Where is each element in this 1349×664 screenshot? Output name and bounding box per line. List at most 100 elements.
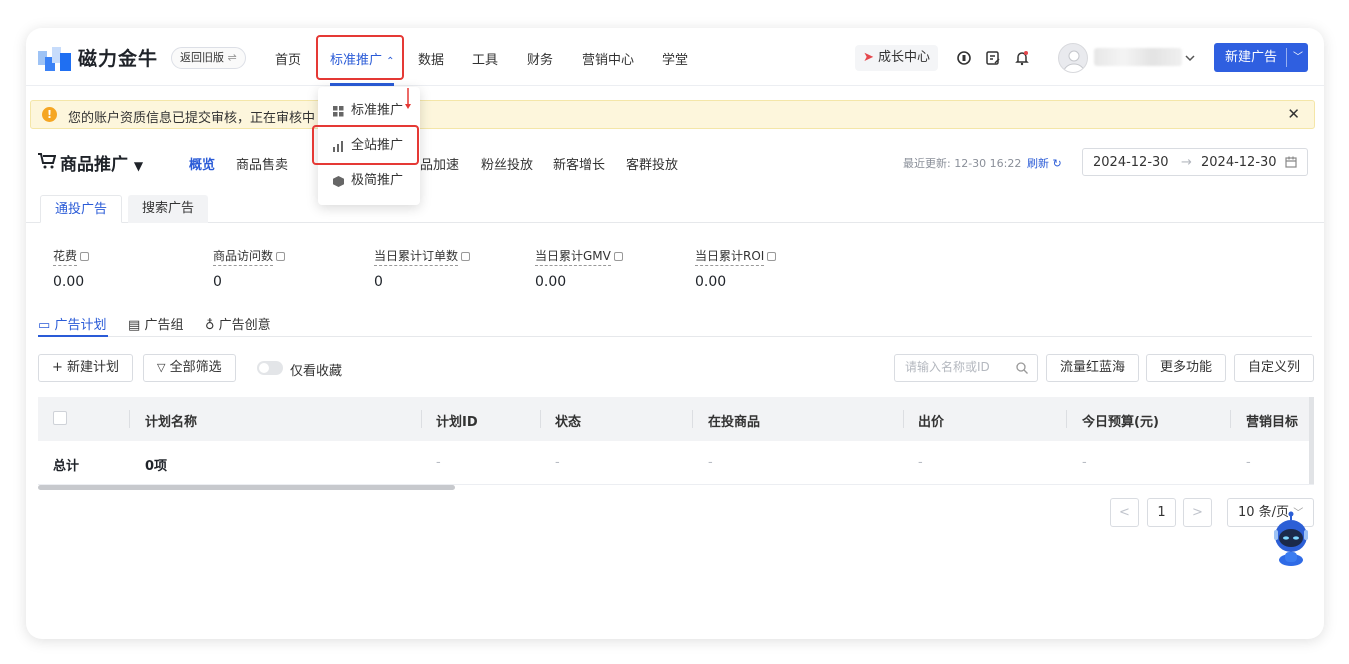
brand-logo <box>38 47 71 71</box>
metric-value: 0.00 <box>535 274 567 290</box>
nav-home[interactable]: 首页 <box>275 49 301 68</box>
metric-daily-roi: 当日累计ROI 0.00 <box>695 247 777 290</box>
coin-icon[interactable] <box>956 50 972 66</box>
total-cell: - <box>436 455 441 470</box>
total-cell: - <box>1082 455 1087 470</box>
column-separator <box>129 410 130 428</box>
cube-icon <box>333 176 344 187</box>
page-1-button[interactable]: 1 <box>1147 498 1176 527</box>
date-range-picker[interactable]: 2024-12-30 → 2024-12-30 <box>1082 148 1308 176</box>
growth-center-button[interactable]: ➤ 成长中心 <box>855 45 939 71</box>
metric-cost: 花费 0.00 <box>53 247 90 290</box>
subnav-audience-delivery[interactable]: 客群投放 <box>626 154 678 173</box>
column-separator <box>692 410 693 428</box>
metric-label: 商品访问数 <box>213 247 274 266</box>
info-icon[interactable] <box>80 252 90 261</box>
metric-label: 花费 <box>53 247 78 266</box>
total-cell: - <box>1246 455 1251 470</box>
cart-icon <box>38 153 56 169</box>
info-icon[interactable] <box>613 252 623 261</box>
app-window: 磁力金牛 返回旧版 ⇌ 首页 标准推广 ⌃ 数据 工具 财务 营销中心 学堂 ➤… <box>26 28 1324 639</box>
nav-academy[interactable]: 学堂 <box>662 49 688 68</box>
user-avatar[interactable] <box>1058 43 1088 73</box>
date-start: 2024-12-30 <box>1093 155 1169 170</box>
chevron-down-icon[interactable]: ﹀ <box>1293 43 1303 72</box>
traffic-button[interactable]: 流量红蓝海 <box>1046 354 1140 382</box>
column-header-plan-name[interactable]: 计划名称 <box>145 411 197 430</box>
select-all-checkbox[interactable] <box>53 411 67 425</box>
assistant-robot-icon[interactable] <box>1264 508 1318 568</box>
review-notice-bar: ! 您的账户资质信息已提交审核，正在审核中 ✕ <box>30 100 1315 129</box>
bulb-icon: ♁ <box>205 318 215 333</box>
filter-icon: ▽ <box>157 361 166 374</box>
page-title[interactable]: 商品推广 ▼ <box>60 150 143 175</box>
table-horizontal-scrollbar[interactable] <box>38 485 455 490</box>
top-navigation-bar: 磁力金牛 返回旧版 ⇌ 首页 标准推广 ⌃ 数据 工具 财务 营销中心 学堂 ➤… <box>26 28 1324 86</box>
arrow-down-icon <box>405 88 411 109</box>
metric-value: 0.00 <box>695 274 727 290</box>
tab-search-ads[interactable]: 搜索广告 <box>128 195 209 223</box>
subnav-product-boost[interactable]: 品加速 <box>420 154 459 173</box>
edit-note-icon[interactable] <box>985 50 1001 66</box>
date-separator: → <box>1181 155 1192 170</box>
info-icon[interactable] <box>767 252 777 261</box>
subnav-fan-delivery[interactable]: 粉丝投放 <box>481 154 533 173</box>
new-ad-button[interactable]: 新建广告 ﹀ <box>1214 43 1308 72</box>
nav-tools[interactable]: 工具 <box>472 49 498 68</box>
object-tab-active-indicator <box>38 335 108 337</box>
nav-finance[interactable]: 财务 <box>527 49 553 68</box>
info-icon[interactable] <box>461 252 471 261</box>
warning-icon: ! <box>42 107 57 122</box>
subnav-overview[interactable]: 概览 <box>189 154 215 173</box>
tab-ad-creative[interactable]: ♁ 广告创意 <box>205 314 271 333</box>
column-separator <box>540 410 541 428</box>
prev-page-button[interactable]: < <box>1110 498 1139 527</box>
nav-data[interactable]: 数据 <box>418 49 444 68</box>
subnav-product-sales[interactable]: 商品售卖 <box>236 154 288 173</box>
return-old-version-button[interactable]: 返回旧版 ⇌ <box>171 47 246 69</box>
search-input[interactable] <box>905 360 1010 374</box>
clipboard-icon: ▤ <box>128 318 141 333</box>
refresh-icon: ↻ <box>1052 157 1062 170</box>
column-header-products[interactable]: 在投商品 <box>708 411 760 430</box>
metric-daily-orders: 当日累计订单数 0 <box>374 247 471 290</box>
new-plan-button[interactable]: + 新建计划 <box>38 354 134 382</box>
dropdown-item-minimal[interactable]: 极简推广 <box>318 166 420 196</box>
tab-ad-group[interactable]: ▤ 广告组 <box>128 314 183 333</box>
paper-plane-icon: ➤ <box>863 50 874 65</box>
metric-value: 0 <box>213 274 222 290</box>
table-total-row: 总计 0项 - - - - - - <box>38 441 1314 485</box>
more-functions-button[interactable]: 更多功能 <box>1146 354 1227 382</box>
next-page-button[interactable]: > <box>1183 498 1212 527</box>
metric-value: 0.00 <box>53 274 85 290</box>
favorites-toggle[interactable] <box>257 361 283 375</box>
total-cell: - <box>555 455 560 470</box>
button-separator <box>1286 48 1287 67</box>
notice-text: 您的账户资质信息已提交审核，正在审核中 <box>68 111 316 126</box>
total-cell: - <box>918 455 923 470</box>
grid-icon <box>333 106 344 117</box>
tab-general-ads[interactable]: 通投广告 <box>40 195 123 223</box>
close-icon[interactable]: ✕ <box>1287 105 1300 123</box>
chevron-down-icon[interactable] <box>1184 52 1196 64</box>
column-separator <box>421 410 422 428</box>
info-icon[interactable] <box>276 252 286 261</box>
column-header-budget[interactable]: 今日预算(元) <box>1082 411 1159 430</box>
total-cell: - <box>708 455 713 470</box>
custom-columns-button[interactable]: 自定义列 <box>1234 354 1315 382</box>
column-header-status[interactable]: 状态 <box>555 411 581 430</box>
filter-all-button[interactable]: ▽ 全部筛选 <box>143 354 236 382</box>
column-separator <box>1066 410 1067 428</box>
metric-daily-gmv: 当日累计GMV 0.00 <box>535 247 623 290</box>
nav-marketing-center[interactable]: 营销中心 <box>582 49 634 68</box>
tab-ad-plan[interactable]: ▭ 广告计划 <box>38 314 106 333</box>
column-header-marketing-goal[interactable]: 营销目标 <box>1246 411 1298 430</box>
bell-icon[interactable] <box>1014 50 1030 66</box>
subnav-new-customer[interactable]: 新客增长 <box>553 154 605 173</box>
refresh-button[interactable]: 刷新 ↻ <box>1027 155 1062 171</box>
search-icon[interactable] <box>1016 362 1028 374</box>
calendar-icon: ▭ <box>38 318 51 333</box>
column-header-plan-id[interactable]: 计划ID <box>436 411 478 430</box>
caret-down-icon: ▼ <box>133 159 144 173</box>
column-header-bid[interactable]: 出价 <box>918 411 944 430</box>
